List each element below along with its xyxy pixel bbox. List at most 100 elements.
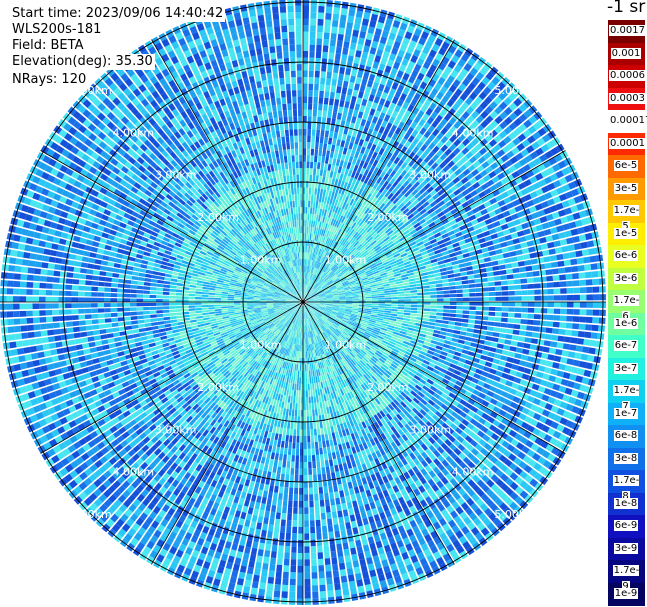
ray-gate [422, 320, 429, 325]
ray-gate [304, 585, 311, 592]
ray-gate [298, 500, 303, 508]
ray-gate [474, 324, 481, 330]
ray-gate [250, 547, 258, 556]
ray-gate [384, 310, 392, 314]
ray-gate [260, 575, 267, 584]
ray-gate [334, 444, 339, 452]
ray-gate [469, 346, 477, 352]
ray-gate [450, 341, 458, 347]
ray-gate [506, 323, 514, 329]
ray-gate [355, 458, 361, 467]
ray-gate [446, 328, 454, 334]
ray-gate [500, 355, 508, 362]
ray-gate [290, 468, 295, 475]
ray-gate [333, 484, 339, 492]
ray-gate [390, 313, 398, 317]
ray-gate [475, 311, 483, 316]
ray-gate [572, 323, 580, 330]
ray-gate [325, 564, 332, 572]
ray-gate [327, 590, 334, 598]
ray-gate [300, 429, 303, 436]
ray-gate [369, 501, 376, 510]
ray-gate [560, 356, 568, 364]
ray-gate [314, 382, 317, 390]
ray-gate [286, 519, 292, 527]
ray-gate [493, 322, 501, 327]
ray-gate [307, 435, 311, 443]
ray-gate [308, 370, 311, 378]
ray-gate [345, 522, 352, 530]
ray-gate [336, 543, 343, 551]
ray-gate [319, 454, 324, 462]
ray-gate [254, 448, 260, 456]
ray-gate [232, 516, 240, 524]
ray-gate [316, 461, 321, 468]
ray-gate [453, 329, 461, 335]
ray-gate [510, 340, 518, 347]
ray-gate [347, 481, 353, 489]
ray-gate [310, 390, 313, 397]
ray-gate [391, 308, 398, 312]
ray-gate [292, 526, 298, 534]
ray-gate [587, 354, 595, 362]
ray-gate [238, 497, 245, 506]
ray-gate [231, 543, 239, 551]
ray-gate [304, 539, 310, 547]
ray-gate [486, 356, 494, 363]
ray-gate [485, 335, 493, 341]
ray-gate [532, 326, 540, 332]
ray-gate [277, 551, 284, 559]
ray-gate [287, 506, 293, 514]
ray-gate [360, 491, 367, 499]
ray-gate [289, 383, 293, 390]
ray-gate [252, 454, 258, 462]
ray-gate [471, 337, 479, 343]
ray-gate [449, 309, 457, 314]
ray-gate [553, 315, 561, 321]
ray-gate [461, 318, 469, 323]
ray-gate [312, 389, 316, 397]
ray-gate [321, 519, 327, 527]
ray-gate [443, 302, 450, 306]
ray-gate [315, 448, 320, 455]
ray-gate [365, 489, 372, 498]
ray-gate [384, 304, 392, 307]
ray-gate [350, 587, 358, 595]
ray-gate [324, 499, 330, 507]
ray-gate [429, 318, 436, 323]
ray-gate [253, 535, 260, 543]
ray-gate [444, 340, 452, 345]
ray-gate [315, 389, 318, 397]
ray-gate [298, 507, 303, 514]
ray-gate [506, 328, 514, 334]
ray-gate [572, 316, 580, 323]
ray-gate [403, 312, 411, 316]
ray-gate [290, 559, 297, 566]
ray-gate [446, 332, 454, 337]
ray-gate [566, 358, 574, 366]
ray-gate [309, 409, 312, 417]
ray-gate [362, 544, 370, 553]
ray-gate [314, 506, 320, 514]
ray-gate [322, 473, 327, 481]
ray-gate [317, 545, 323, 553]
ray-gate [320, 408, 324, 415]
ray-gate [297, 578, 303, 586]
ray-gate [545, 327, 553, 334]
ray-gate [298, 351, 301, 358]
ray-gate [242, 485, 249, 493]
ray-gate [289, 402, 293, 410]
ray-gate [296, 435, 300, 443]
ray-gate [149, 346, 158, 352]
ray-gate [314, 493, 319, 501]
ray-gate [402, 320, 410, 324]
ray-gate [296, 357, 299, 365]
ray-gate [283, 493, 288, 501]
ray-gate [278, 492, 283, 500]
ray-gate [236, 524, 244, 532]
ray-gate [316, 539, 323, 547]
ray-gate [537, 365, 546, 372]
ray-gate [309, 494, 314, 501]
ray-gate [308, 487, 314, 495]
ray-gate [364, 583, 373, 592]
